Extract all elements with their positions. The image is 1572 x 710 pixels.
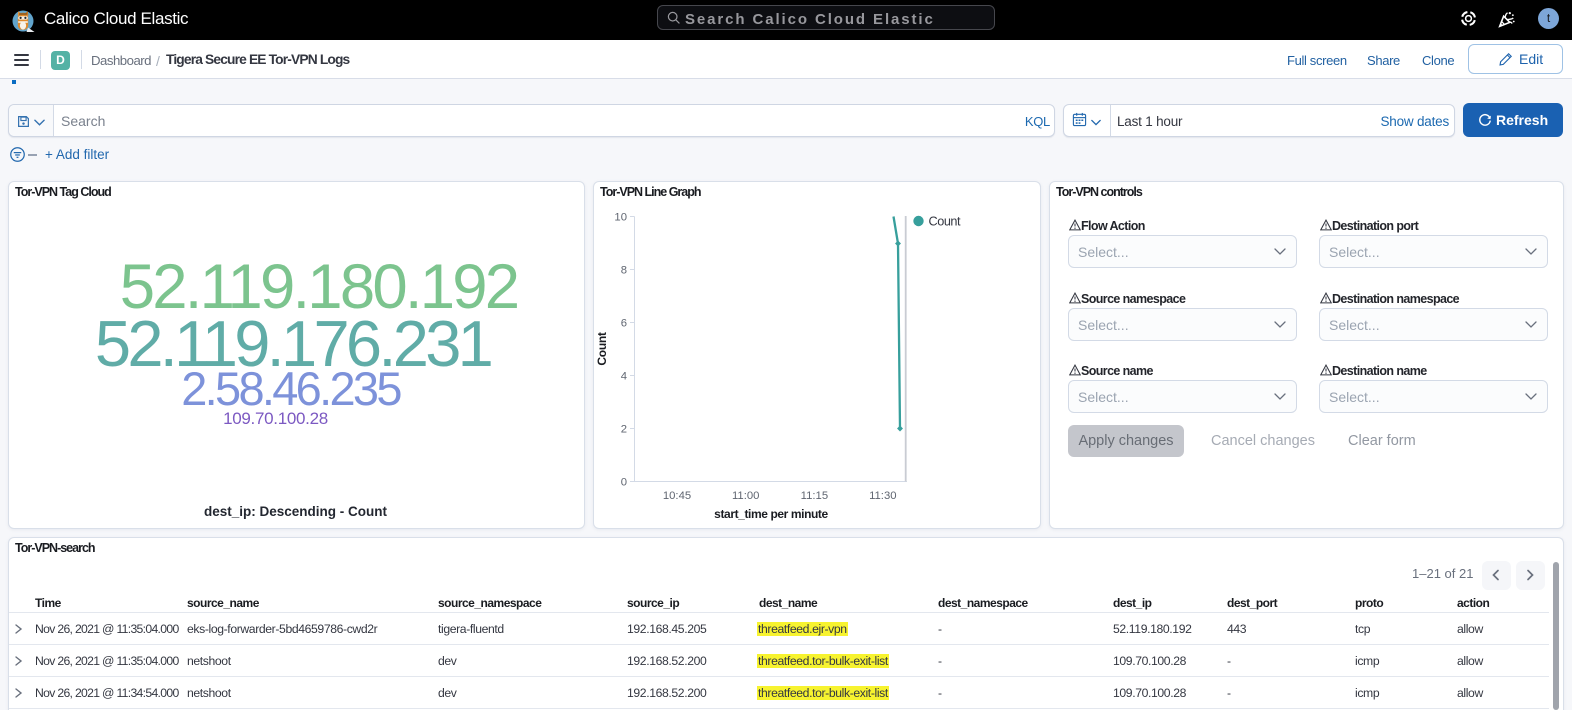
svg-text:0: 0 (621, 477, 627, 489)
svg-text:6: 6 (621, 318, 627, 330)
svg-text:10: 10 (614, 212, 627, 224)
svg-text:11:00: 11:00 (732, 490, 759, 502)
svg-text:10:45: 10:45 (663, 490, 691, 502)
svg-text:11:30: 11:30 (869, 490, 896, 502)
svg-text:Count: Count (929, 215, 962, 229)
svg-text:start_time per minute: start_time per minute (714, 507, 828, 521)
svg-text:8: 8 (621, 265, 627, 277)
svg-text:4: 4 (621, 371, 627, 383)
svg-text:2: 2 (621, 424, 627, 436)
svg-text:11:15: 11:15 (801, 490, 828, 502)
svg-text:Count: Count (595, 332, 609, 365)
